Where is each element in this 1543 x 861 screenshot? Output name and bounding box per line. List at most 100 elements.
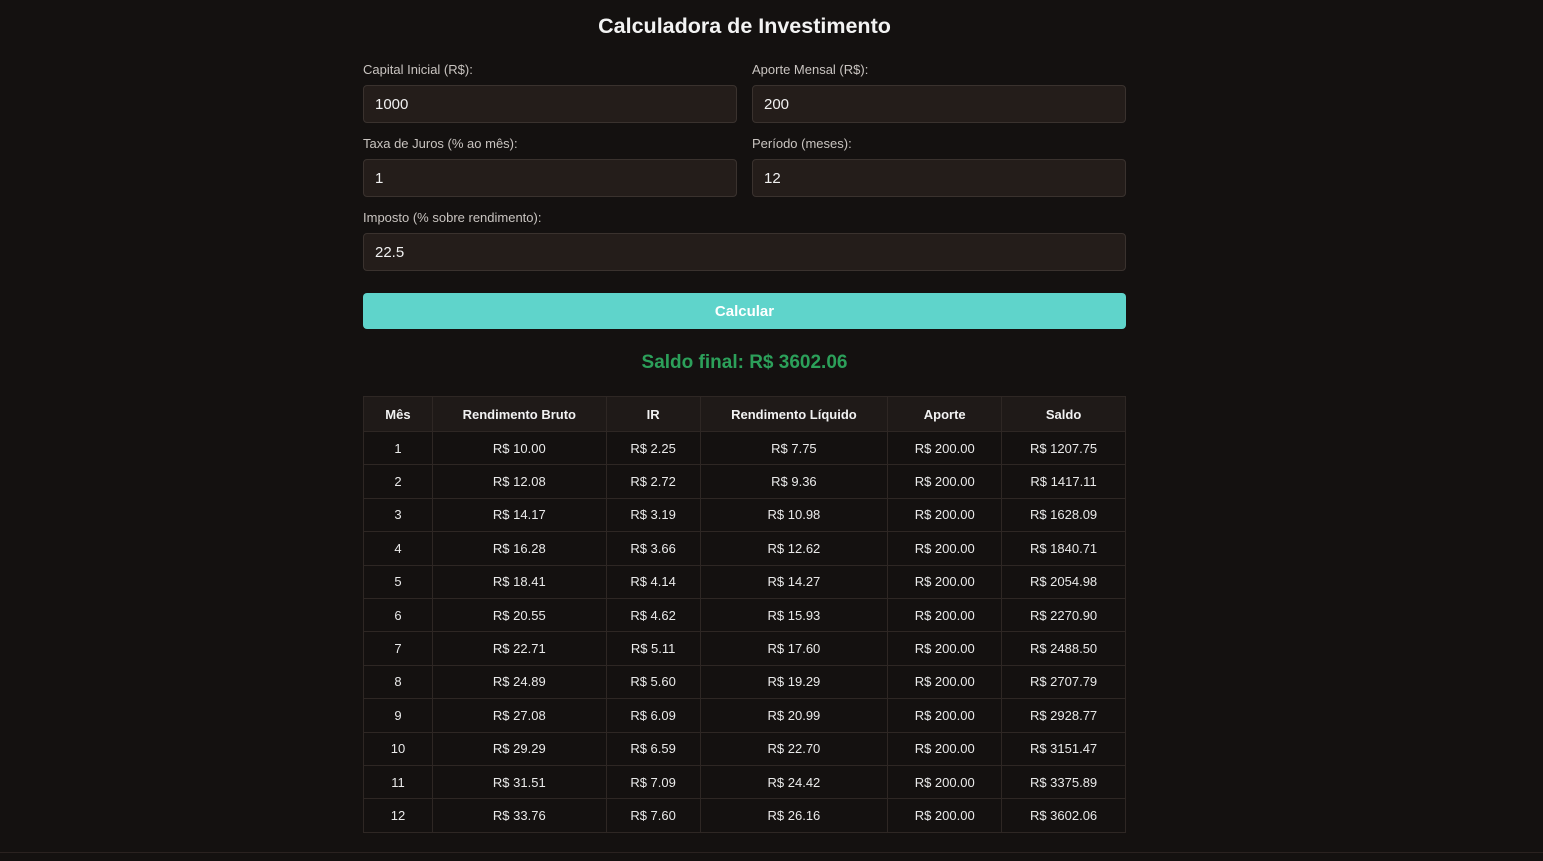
table-cell-aporte: R$ 200.00 — [887, 564, 1003, 599]
table-row: 1 R$ 10.00 R$ 2.25 R$ 7.75 R$ 200.00 R$ 1207.… — [363, 430, 1126, 466]
table-cell-rendimento-liquido: R$ 17.60 — [699, 631, 889, 666]
table-cell-rendimento-bruto: R$ 18.41 — [431, 564, 607, 599]
table-row: 10 R$ 29.29 R$ 6.59 R$ 22.70 R$ 200.00 R$ 315… — [363, 731, 1126, 766]
table-row: 3 R$ 14.17 R$ 3.19 R$ 10.98 R$ 200.00 R$ 1628… — [363, 497, 1126, 533]
table-cell-rendimento-liquido: R$ 20.99 — [699, 698, 889, 733]
table-cell-aporte: R$ 200.00 — [887, 430, 1003, 466]
table-cell-rendimento-bruto: R$ 20.55 — [431, 597, 607, 633]
table-row: 12 R$ 33.76 R$ 7.60 R$ 26.16 R$ 200.00 R$ 360… — [363, 798, 1126, 833]
table-cell-aporte: R$ 200.00 — [887, 464, 1003, 499]
table-cell-rendimento-liquido: R$ 15.93 — [699, 597, 889, 633]
table-cell-mes: 2 — [363, 464, 433, 499]
column-header-ir: IR — [605, 396, 701, 432]
capital-input[interactable] — [363, 85, 737, 123]
page-title: Calculadora de Investimento — [598, 14, 891, 38]
table-cell-aporte: R$ 200.00 — [887, 664, 1003, 700]
table-cell-rendimento-liquido: R$ 10.98 — [699, 497, 889, 533]
table-cell-rendimento-bruto: R$ 16.28 — [431, 531, 607, 566]
table-row: 5 R$ 18.41 R$ 4.14 R$ 14.27 R$ 200.00 R$ 2054… — [363, 564, 1126, 599]
table-cell-rendimento-liquido: R$ 7.75 — [699, 430, 889, 466]
table-cell-saldo: R$ 3602.06 — [1001, 798, 1126, 833]
table-cell-rendimento-liquido: R$ 12.62 — [699, 531, 889, 566]
table-row: 4 R$ 16.28 R$ 3.66 R$ 12.62 R$ 200.00 R$ 1840… — [363, 531, 1126, 566]
aporte-input[interactable] — [752, 85, 1126, 123]
table-cell-mes: 1 — [363, 430, 433, 466]
table-row: 6 R$ 20.55 R$ 4.62 R$ 15.93 R$ 200.00 R$ 2270… — [363, 597, 1126, 633]
table-cell-mes: 11 — [363, 764, 433, 800]
table-cell-saldo: R$ 2928.77 — [1001, 698, 1126, 733]
taxa-input[interactable] — [363, 159, 737, 197]
page: Calculadora de Investimento Capital Inic… — [0, 0, 1543, 861]
table-cell-ir: R$ 7.60 — [605, 798, 701, 833]
table-cell-rendimento-liquido: R$ 24.42 — [699, 764, 889, 800]
table-cell-ir: R$ 6.59 — [605, 731, 701, 766]
table-cell-rendimento-bruto: R$ 10.00 — [431, 430, 607, 466]
table-cell-saldo: R$ 3375.89 — [1001, 764, 1126, 800]
table-cell-ir: R$ 5.60 — [605, 664, 701, 700]
table-cell-rendimento-bruto: R$ 31.51 — [431, 764, 607, 800]
table-cell-rendimento-liquido: R$ 19.29 — [699, 664, 889, 700]
table-header-row: Mês Rendimento Bruto IR Rendimento Líquido A… — [363, 396, 1126, 432]
table-cell-rendimento-liquido: R$ 9.36 — [699, 464, 889, 499]
periodo-field: Período (meses): — [752, 135, 1126, 197]
periodo-input[interactable] — [752, 159, 1126, 197]
table-cell-rendimento-bruto: R$ 12.08 — [431, 464, 607, 499]
table-row: 8 R$ 24.89 R$ 5.60 R$ 19.29 R$ 200.00 R$ 2707… — [363, 664, 1126, 700]
results-table: Mês Rendimento Bruto IR Rendimento Líquido A… — [363, 396, 1126, 833]
table-cell-rendimento-bruto: R$ 14.17 — [431, 497, 607, 533]
table-cell-ir: R$ 2.25 — [605, 430, 701, 466]
periodo-label: Período (meses): — [752, 136, 852, 151]
capital-label: Capital Inicial (R$): — [363, 62, 473, 77]
table-cell-rendimento-bruto: R$ 29.29 — [431, 731, 607, 766]
table-cell-aporte: R$ 200.00 — [887, 597, 1003, 633]
table-cell-saldo: R$ 2488.50 — [1001, 631, 1126, 666]
table-cell-aporte: R$ 200.00 — [887, 764, 1003, 800]
table-body: 1 R$ 10.00 R$ 2.25 R$ 7.75 R$ 200.00 R$ 1207.… — [363, 430, 1126, 833]
table-cell-aporte: R$ 200.00 — [887, 698, 1003, 733]
imposto-field: Imposto (% sobre rendimento): — [363, 209, 1126, 271]
calculate-button[interactable]: Calcular — [363, 293, 1126, 329]
table-cell-saldo: R$ 1840.71 — [1001, 531, 1126, 566]
table-cell-rendimento-liquido: R$ 22.70 — [699, 731, 889, 766]
table-cell-mes: 6 — [363, 597, 433, 633]
table-cell-saldo: R$ 1207.75 — [1001, 430, 1126, 466]
table-cell-ir: R$ 6.09 — [605, 698, 701, 733]
button-wrapper: Calcular — [363, 293, 1126, 329]
table-cell-mes: 3 — [363, 497, 433, 533]
table-row: 2 R$ 12.08 R$ 2.72 R$ 9.36 R$ 200.00 R$ 1417.… — [363, 464, 1126, 499]
table-cell-rendimento-liquido: R$ 14.27 — [699, 564, 889, 599]
table-cell-aporte: R$ 200.00 — [887, 731, 1003, 766]
table-cell-rendimento-bruto: R$ 22.71 — [431, 631, 607, 666]
capital-field: Capital Inicial (R$): — [363, 61, 737, 123]
bottom-divider — [0, 852, 1543, 853]
table-cell-mes: 4 — [363, 531, 433, 566]
table-cell-ir: R$ 4.62 — [605, 597, 701, 633]
taxa-field: Taxa de Juros (% ao mês): — [363, 135, 737, 197]
table-cell-ir: R$ 4.14 — [605, 564, 701, 599]
imposto-input[interactable] — [363, 233, 1126, 271]
form-row-2: Taxa de Juros (% ao mês): Período (meses… — [363, 135, 1126, 197]
table-cell-saldo: R$ 2270.90 — [1001, 597, 1126, 633]
table-cell-rendimento-bruto: R$ 24.89 — [431, 664, 607, 700]
table-cell-ir: R$ 3.19 — [605, 497, 701, 533]
table-cell-mes: 8 — [363, 664, 433, 700]
column-header-aporte: Aporte — [887, 396, 1003, 432]
table-cell-ir: R$ 5.11 — [605, 631, 701, 666]
table-cell-saldo: R$ 1628.09 — [1001, 497, 1126, 533]
final-balance: Saldo final: R$ 3602.06 — [641, 352, 848, 373]
table-row: 11 R$ 31.51 R$ 7.09 R$ 24.42 R$ 200.00 R$ 337… — [363, 764, 1126, 800]
table-cell-mes: 10 — [363, 731, 433, 766]
form-row-3: Imposto (% sobre rendimento): — [363, 209, 1126, 271]
table-cell-rendimento-liquido: R$ 26.16 — [699, 798, 889, 833]
calculator-container: Calculadora de Investimento Capital Inic… — [363, 0, 1126, 833]
table-cell-ir: R$ 3.66 — [605, 531, 701, 566]
imposto-label: Imposto (% sobre rendimento): — [363, 210, 542, 225]
table-cell-saldo: R$ 2707.79 — [1001, 664, 1126, 700]
table-cell-mes: 9 — [363, 698, 433, 733]
table-cell-rendimento-bruto: R$ 33.76 — [431, 798, 607, 833]
table-cell-aporte: R$ 200.00 — [887, 531, 1003, 566]
table-cell-ir: R$ 2.72 — [605, 464, 701, 499]
table-cell-mes: 5 — [363, 564, 433, 599]
table-cell-ir: R$ 7.09 — [605, 764, 701, 800]
aporte-field: Aporte Mensal (R$): — [752, 61, 1126, 123]
